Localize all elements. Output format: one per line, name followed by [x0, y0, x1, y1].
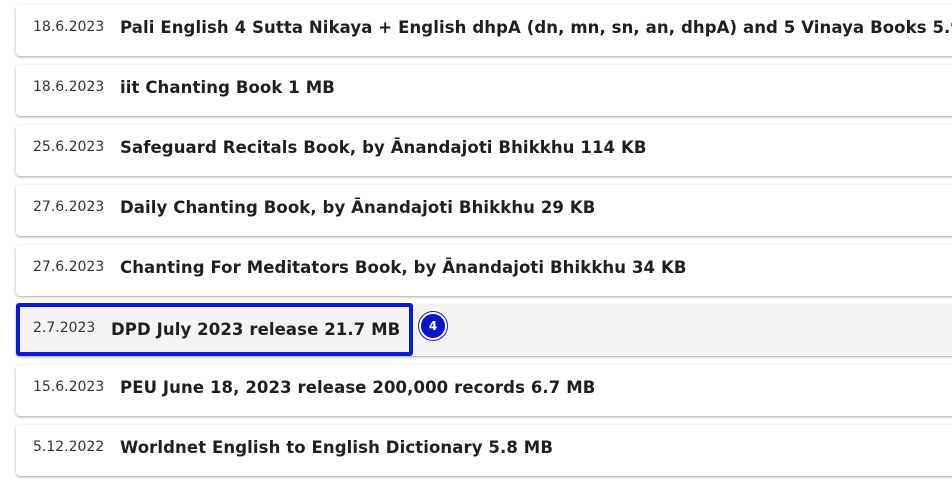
release-date: 2.7.2023 — [33, 320, 96, 336]
release-title[interactable]: Worldnet English to English Dictionary 5… — [120, 438, 553, 457]
release-row[interactable]: 18.6.2023 iit Chanting Book 1 MB — [16, 65, 952, 116]
release-row-highlighted[interactable]: 2.7.2023 DPD July 2023 release 21.7 MB — [16, 305, 952, 356]
release-date: 15.6.2023 — [33, 379, 105, 395]
release-date: 18.6.2023 — [33, 19, 105, 35]
release-title[interactable]: Safeguard Recitals Book, by Ānandajoti B… — [120, 138, 647, 157]
annotation-marker-badge: 4 — [419, 312, 447, 340]
release-date: 25.6.2023 — [33, 139, 105, 155]
release-title[interactable]: Pali English 4 Sutta Nikaya + English dh… — [120, 18, 952, 37]
release-date: 27.6.2023 — [33, 199, 105, 215]
release-date: 18.6.2023 — [33, 79, 105, 95]
release-row[interactable]: 27.6.2023 Daily Chanting Book, by Ānanda… — [16, 185, 952, 236]
release-title[interactable]: iit Chanting Book 1 MB — [120, 78, 335, 97]
release-title[interactable]: PEU June 18, 2023 release 200,000 record… — [120, 378, 595, 397]
release-title[interactable]: Daily Chanting Book, by Ānandajoti Bhikk… — [120, 198, 595, 217]
release-list: 18.6.2023 Pali English 4 Sutta Nikaya + … — [0, 0, 952, 487]
release-row[interactable]: 18.6.2023 Pali English 4 Sutta Nikaya + … — [16, 5, 952, 56]
release-date: 27.6.2023 — [33, 259, 105, 275]
release-row[interactable]: 25.6.2023 Safeguard Recitals Book, by Ān… — [16, 125, 952, 176]
release-title[interactable]: DPD July 2023 release 21.7 MB — [111, 320, 400, 339]
release-row[interactable]: 27.6.2023 Chanting For Meditators Book, … — [16, 245, 952, 296]
release-row[interactable]: 5.12.2022 Worldnet English to English Di… — [16, 425, 952, 476]
release-row[interactable]: 15.6.2023 PEU June 18, 2023 release 200,… — [16, 365, 952, 416]
release-title[interactable]: Chanting For Meditators Book, by Ānandaj… — [120, 258, 687, 277]
release-date: 5.12.2022 — [33, 439, 105, 455]
